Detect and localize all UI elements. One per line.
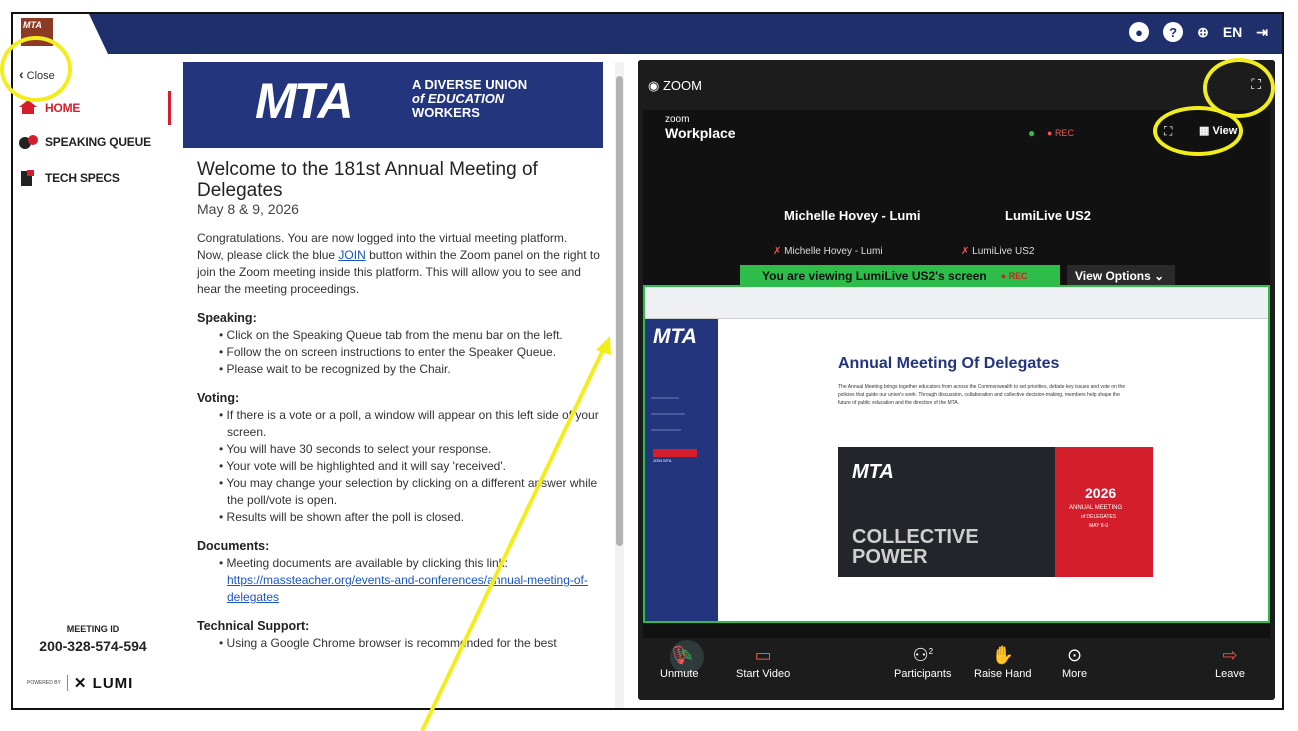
annotation-arrow [420,336,611,731]
